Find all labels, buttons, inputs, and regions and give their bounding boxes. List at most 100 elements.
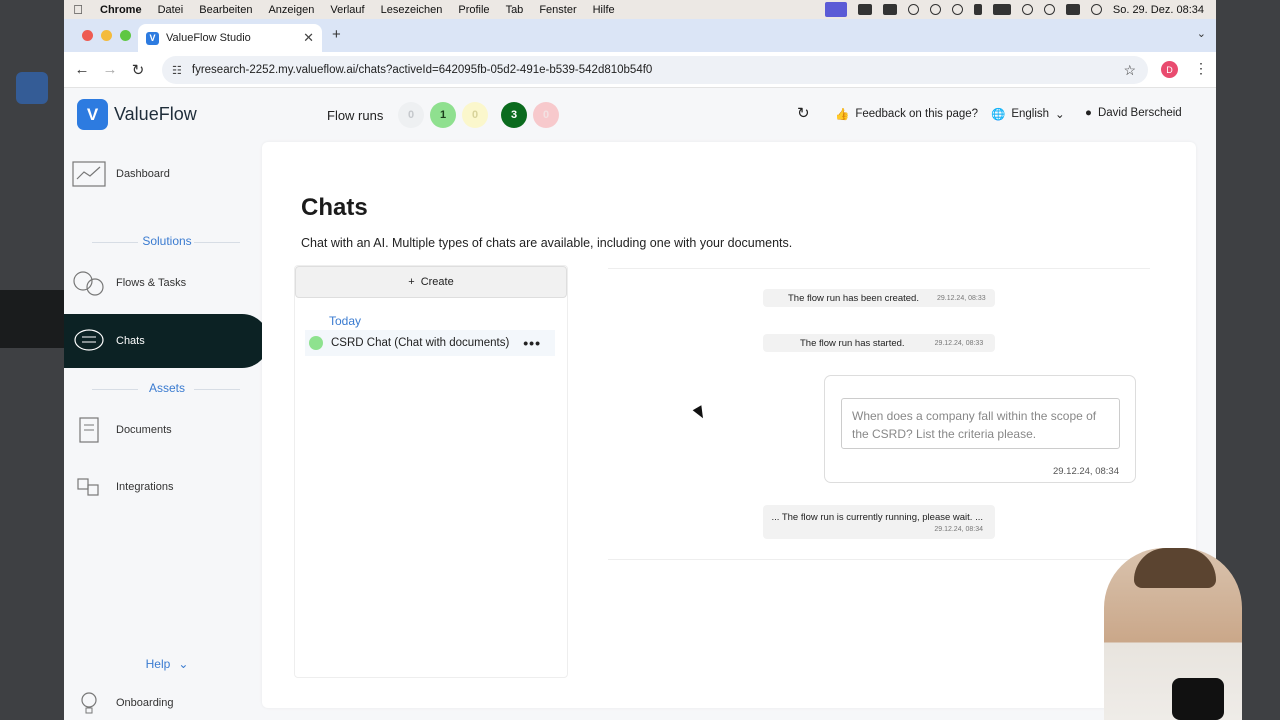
sidebar-item-chats[interactable]: Chats: [64, 314, 269, 368]
flow-runs-badge-pending[interactable]: 0: [462, 102, 488, 128]
screen-share-icon[interactable]: [824, 2, 847, 17]
reload-icon[interactable]: ↻: [124, 61, 152, 79]
system-message: The flow run has been created. 29.12.24,…: [763, 289, 995, 307]
tab-search-chevron-icon[interactable]: ⌄: [1197, 27, 1206, 40]
documents-icon: [72, 415, 106, 445]
message-timestamp: 29.12.24, 08:33: [934, 339, 984, 347]
cloud-icon[interactable]: [857, 4, 872, 15]
window-controls: [82, 30, 131, 41]
flow-runs-badge-neutral[interactable]: 0: [398, 102, 424, 128]
help-label: Help: [145, 657, 171, 671]
flow-runs-badge-completed[interactable]: 3: [501, 102, 527, 128]
address-bar-url[interactable]: fyresearch-2252.my.valueflow.ai/chats?ac…: [192, 64, 652, 76]
apple-icon[interactable]: : [64, 2, 92, 17]
background-app-icon: [16, 72, 48, 104]
siri-icon[interactable]: [1090, 4, 1102, 15]
menu-item-datei[interactable]: Datei: [158, 4, 184, 16]
browser-tab[interactable]: V ValueFlow Studio ✕: [138, 24, 322, 52]
minimize-window-button[interactable]: [101, 30, 112, 41]
sidebar-item-label: Onboarding: [116, 697, 174, 709]
back-arrow-icon[interactable]: ←: [68, 61, 96, 78]
list-item[interactable]: CSRD Chat (Chat with documents) •••: [305, 330, 555, 356]
menu-app-name[interactable]: Chrome: [100, 4, 142, 16]
menu-item-verlauf[interactable]: Verlauf: [330, 4, 364, 16]
menu-item-anzeigen[interactable]: Anzeigen: [268, 4, 314, 16]
forward-arrow-icon[interactable]: →: [96, 61, 124, 78]
valueflow-favicon-icon: V: [146, 31, 159, 45]
menu-bar-clock[interactable]: So. 29. Dez. 08:34: [1113, 4, 1204, 16]
lightbulb-icon: [72, 688, 106, 718]
sidebar-item-label: Documents: [116, 424, 172, 436]
flow-runs-badge-failed[interactable]: 0: [533, 102, 559, 128]
timer-icon[interactable]: [929, 4, 941, 15]
dropbox-icon[interactable]: [907, 4, 919, 15]
drive-icon[interactable]: [882, 4, 897, 15]
profile-avatar[interactable]: D: [1161, 61, 1178, 78]
chevron-down-icon: ⌄: [1055, 109, 1065, 121]
valueflow-app: V ValueFlow Flow runs 0 1 0 3 0 ↻ 👍 Feed…: [64, 88, 1216, 720]
close-window-button[interactable]: [82, 30, 93, 41]
group-label-today: Today: [329, 314, 362, 328]
sidebar-item-onboarding[interactable]: Onboarding: [72, 683, 268, 720]
system-message-running: ... The flow run is currently running, p…: [763, 505, 995, 539]
create-chat-button[interactable]: + Create: [295, 266, 567, 298]
browser-menu-icon[interactable]: ⋮: [1194, 60, 1208, 77]
menu-item-profile[interactable]: Profile: [458, 4, 489, 16]
sidebar-item-dashboard[interactable]: Dashboard: [72, 154, 268, 194]
dashboard-icon: [72, 159, 106, 189]
person-hair: [1134, 548, 1216, 588]
menu-item-hilfe[interactable]: Hilfe: [593, 4, 615, 16]
zoom-window-button[interactable]: [120, 30, 131, 41]
close-tab-icon[interactable]: ✕: [303, 30, 314, 46]
app-header: V ValueFlow Flow runs 0 1 0 3 0 ↻ 👍 Feed…: [64, 88, 1216, 142]
refresh-icon[interactable]: ↻: [797, 104, 810, 122]
thumbs-up-icon: 👍: [835, 109, 850, 121]
tab-title: ValueFlow Studio: [166, 32, 251, 44]
play-icon[interactable]: [951, 4, 963, 15]
sidebar-item-label: Chats: [116, 335, 145, 347]
site-info-icon[interactable]: ☷: [172, 64, 182, 77]
menu-bar-status-icons: So. 29. Dez. 08:34: [824, 2, 1216, 17]
battery-icon[interactable]: [992, 4, 1011, 15]
menu-item-tab[interactable]: Tab: [506, 4, 524, 16]
menu-item-fenster[interactable]: Fenster: [539, 4, 576, 16]
user-icon: ●: [1085, 107, 1092, 119]
user-name: David Berscheid: [1097, 107, 1182, 119]
menu-item-bearbeiten[interactable]: Bearbeiten: [199, 4, 252, 16]
message-text: The flow run has started.: [800, 337, 905, 349]
background-dark-strip: [0, 290, 64, 348]
control-center-icon[interactable]: [1065, 4, 1080, 15]
brand-name[interactable]: ValueFlow: [114, 104, 197, 125]
plus-icon: +: [408, 276, 415, 288]
flow-runs-badge-running[interactable]: 1: [430, 102, 456, 128]
message-timestamp: 29.12.24, 08:34: [934, 525, 983, 533]
browser-window: V ValueFlow Studio ✕ + ⌄ ← → ↻ ☷ fyresea…: [64, 19, 1216, 720]
sidebar-item-label: Integrations: [116, 481, 174, 493]
language-label: English: [1011, 108, 1050, 120]
section-assets: Assets: [64, 381, 270, 395]
language-selector[interactable]: 🌐 English ⌄: [991, 107, 1065, 121]
bluetooth-icon[interactable]: [973, 4, 982, 15]
conversation-panel: The flow run has been created. 29.12.24,…: [608, 268, 1150, 560]
system-message: The flow run has started. 29.12.24, 08:3…: [763, 334, 995, 352]
help-toggle[interactable]: Help ⌄: [64, 644, 270, 684]
sidebar-item-flows-tasks[interactable]: Flows & Tasks: [72, 263, 268, 303]
address-toolbar: ← → ↻ ☷ fyresearch-2252.my.valueflow.ai/…: [64, 52, 1216, 88]
address-bar[interactable]: ☷ fyresearch-2252.my.valueflow.ai/chats?…: [162, 56, 1148, 84]
valueflow-logo-icon[interactable]: V: [77, 99, 108, 130]
user-message-text[interactable]: When does a company fall within the scop…: [841, 398, 1120, 449]
webcam-overlay-person: [1104, 548, 1242, 720]
search-icon[interactable]: [1043, 4, 1055, 15]
sidebar-item-documents[interactable]: Documents: [72, 410, 268, 450]
sidebar-item-integrations[interactable]: Integrations: [72, 467, 268, 507]
feedback-label: Feedback on this page?: [855, 108, 979, 120]
menu-item-lesezeichen[interactable]: Lesezeichen: [381, 4, 443, 16]
wifi-icon[interactable]: [1021, 4, 1033, 15]
new-tab-icon[interactable]: +: [332, 26, 341, 43]
feedback-button[interactable]: 👍 Feedback on this page?: [835, 107, 978, 121]
message-text: The flow run has been created.: [788, 292, 919, 304]
user-menu[interactable]: ● David Berscheid: [1085, 107, 1182, 119]
bookmark-star-icon[interactable]: ☆: [1123, 62, 1136, 79]
more-options-icon[interactable]: •••: [523, 335, 541, 351]
globe-icon: 🌐: [991, 109, 1006, 121]
